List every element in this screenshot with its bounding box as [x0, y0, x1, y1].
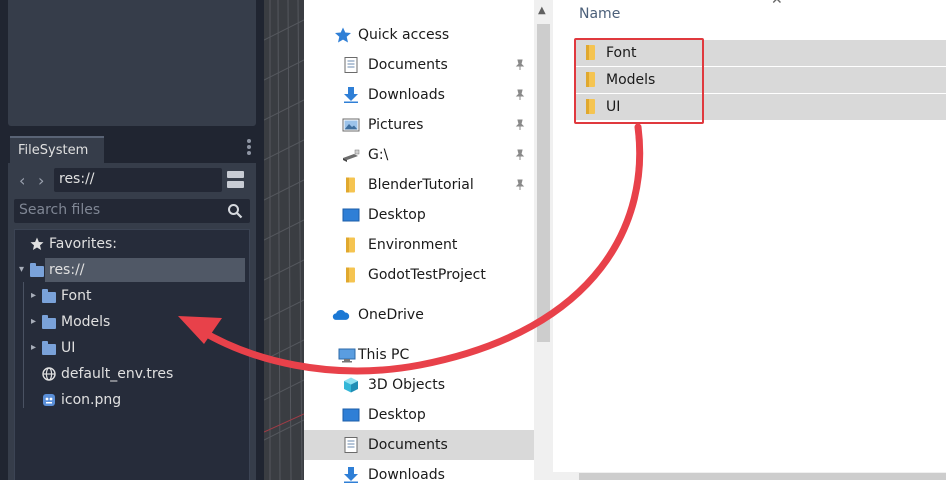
nav-scrollbar[interactable]: ▲: [534, 0, 553, 480]
pin-icon: [515, 149, 525, 160]
dock-tabbar: FileSystem: [8, 135, 260, 163]
nav-label: Quick access: [358, 27, 450, 43]
nav-3d-objects[interactable]: 3D Objects: [304, 370, 534, 400]
star-icon: [30, 237, 44, 250]
pin-icon: [515, 89, 525, 100]
tree-root-label: res://: [49, 262, 85, 278]
folder-icon: [42, 341, 56, 355]
folder-icon: [346, 177, 355, 193]
scroll-up-icon[interactable]: ▲: [538, 5, 546, 16]
chevron-right-icon[interactable]: ▸: [31, 310, 36, 334]
nav-label: OneDrive: [358, 307, 424, 323]
horizontal-scrollbar[interactable]: [553, 472, 946, 480]
nav-label: This PC: [358, 347, 410, 363]
explorer-nav-pane: Quick access Documents Downloads Picture…: [304, 0, 534, 483]
tree-root-row[interactable]: res://: [45, 258, 245, 282]
forward-arrow-icon[interactable]: ›: [38, 172, 44, 190]
folder-icon: [346, 267, 355, 283]
cube-icon: [344, 377, 358, 393]
tree-item-label: Models: [61, 314, 111, 330]
chevron-down-icon[interactable]: ▾: [19, 264, 24, 275]
tree-favorites-label: Favorites:: [49, 236, 117, 252]
star-icon: [335, 27, 351, 43]
nav-pc-desktop[interactable]: Desktop: [304, 400, 534, 430]
nav-label: Desktop: [368, 407, 426, 423]
nav-environment[interactable]: Environment: [304, 230, 534, 260]
cloud-icon: [332, 309, 350, 320]
nav-downloads[interactable]: Downloads: [304, 80, 534, 110]
nav-label: 3D Objects: [368, 377, 446, 393]
search-input[interactable]: Search files: [14, 199, 250, 223]
image-file-icon: [43, 394, 55, 406]
close-icon[interactable]: ✕: [771, 0, 783, 8]
nav-label: Pictures: [368, 117, 424, 133]
nav-label: Desktop: [368, 207, 426, 223]
nav-desktop[interactable]: Desktop: [304, 200, 534, 230]
folder-icon: [42, 289, 56, 303]
scrollbar-thumb[interactable]: [579, 473, 946, 480]
nav-pc-downloads[interactable]: Downloads: [304, 460, 534, 490]
desktop-icon: [342, 208, 360, 222]
viewport-grid: [264, 0, 304, 480]
nav-onedrive[interactable]: OneDrive: [304, 300, 534, 330]
chevron-right-icon[interactable]: ▸: [31, 284, 36, 308]
folder-icon: [30, 263, 44, 277]
scrollbar-thumb[interactable]: [537, 24, 550, 342]
pictures-icon: [342, 118, 360, 132]
nav-pc-documents[interactable]: Documents: [304, 430, 534, 460]
nav-quick-access[interactable]: Quick access: [304, 20, 534, 50]
column-header-name[interactable]: Name: [579, 6, 620, 22]
back-arrow-icon[interactable]: ‹: [19, 172, 25, 190]
tree-item-icon-png[interactable]: icon.png: [30, 388, 230, 412]
pin-icon: [515, 179, 525, 190]
document-icon: [344, 437, 358, 453]
desktop-icon: [342, 408, 360, 422]
globe-icon: [42, 367, 56, 381]
nav-label: Environment: [368, 237, 458, 253]
nav-label: Downloads: [368, 87, 445, 103]
pin-icon: [515, 119, 525, 130]
tree-item-label: UI: [61, 340, 76, 356]
nav-godot-test-project[interactable]: GodotTestProject: [304, 260, 534, 290]
pin-icon: [515, 59, 525, 70]
path-field[interactable]: res://: [54, 168, 222, 192]
document-icon: [344, 57, 358, 73]
nav-label: Documents: [368, 57, 448, 73]
nav-drive-g[interactable]: G:\: [304, 140, 534, 170]
nav-blender-tutorial[interactable]: BlenderTutorial: [304, 170, 534, 200]
chevron-right-icon[interactable]: ▸: [31, 336, 36, 360]
nav-label: GodotTestProject: [368, 267, 486, 283]
selection-highlight-box: [574, 38, 704, 124]
tab-filesystem[interactable]: FileSystem: [10, 136, 104, 163]
nav-label: Documents: [368, 437, 448, 453]
download-arrow-icon: [344, 87, 358, 103]
tree-item-ui[interactable]: ▸ UI: [30, 336, 230, 360]
tree-item-label: icon.png: [61, 392, 122, 408]
tree-item-default-env[interactable]: default_env.tres: [30, 362, 230, 386]
nav-label: Downloads: [368, 467, 445, 483]
scene-dock-panel: [8, 0, 256, 126]
tree-favorites[interactable]: Favorites:: [30, 232, 230, 256]
folder-icon: [42, 315, 56, 329]
nav-label: G:\: [368, 147, 389, 163]
download-arrow-icon: [344, 467, 358, 483]
tree-item-font[interactable]: ▸ Font: [30, 284, 230, 308]
computer-icon: [338, 348, 356, 363]
dock-menu-icon[interactable]: [247, 139, 253, 159]
tree-item-label: default_env.tres: [61, 366, 174, 382]
nav-documents[interactable]: Documents: [304, 50, 534, 80]
godot-editor: FileSystem ‹ › res:// Search files Favor…: [0, 0, 264, 480]
tree-guide-line: [23, 282, 24, 408]
folder-icon: [346, 237, 355, 253]
nav-this-pc[interactable]: This PC: [304, 340, 534, 370]
nav-label: BlenderTutorial: [368, 177, 474, 193]
tree-item-models[interactable]: ▸ Models: [30, 310, 230, 334]
tree-item-label: Font: [61, 288, 92, 304]
viewport-3d[interactable]: [264, 0, 304, 480]
nav-pictures[interactable]: Pictures: [304, 110, 534, 140]
split-mode-icon[interactable]: [227, 171, 244, 189]
search-icon: [228, 204, 243, 219]
usb-drive-icon: [343, 149, 360, 162]
